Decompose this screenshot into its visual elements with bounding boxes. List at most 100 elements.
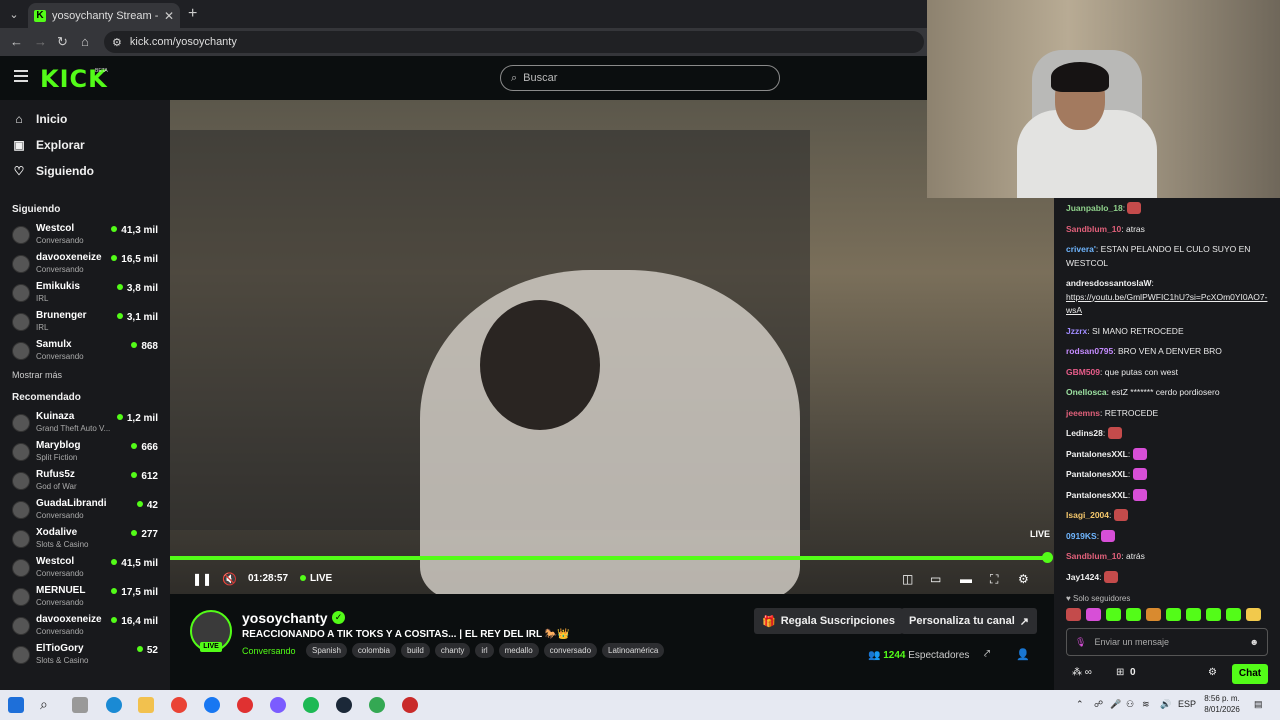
app-red-icon[interactable]: [237, 697, 253, 713]
sidebar-channel-samulx[interactable]: Samulx Conversando 868: [0, 337, 170, 366]
live-indicator[interactable]: LIVE: [300, 573, 332, 584]
stream-tag[interactable]: irl: [475, 643, 494, 658]
stream-tag[interactable]: build: [400, 643, 430, 658]
pip-icon[interactable]: ◫: [902, 572, 913, 586]
sidebar-channel-brunenger[interactable]: Brunenger IRL 3,1 mil: [0, 308, 170, 337]
chat-username[interactable]: rodsan0795: [1066, 346, 1113, 356]
nav-inicio[interactable]: ⌂ Inicio: [0, 106, 170, 132]
chat-username[interactable]: Jay1424: [1066, 572, 1099, 582]
sidebar-channel-westcol[interactable]: Westcol Conversando 41,3 mil: [0, 221, 170, 250]
emote-icon[interactable]: [1246, 608, 1261, 621]
chat-text[interactable]: https://youtu.be/GmlPWFIC1hU?si=PcXOm0YI…: [1066, 292, 1267, 316]
tray-arrow-icon[interactable]: ⌃: [1076, 699, 1084, 710]
search-taskbar-icon[interactable]: ⌕: [40, 696, 56, 712]
url-field[interactable]: ⚙ kick.com/yosoychanty: [104, 31, 924, 53]
clip-icon[interactable]: ▭: [930, 572, 941, 586]
emote-icon[interactable]: [1086, 608, 1101, 621]
chrome-icon[interactable]: [171, 697, 187, 713]
settings-icon[interactable]: ⚙: [1018, 572, 1029, 586]
chat-settings-icon[interactable]: ⚙: [1208, 667, 1217, 678]
sidebar-channel-eltiogory[interactable]: ElTioGory Slots & Casino 52: [0, 641, 170, 670]
reload-icon[interactable]: ↻: [57, 34, 68, 50]
sidebar-channel-rufus5z[interactable]: Rufus5z God of War 612: [0, 467, 170, 496]
emote-icon[interactable]: [1186, 608, 1201, 621]
spotify-icon[interactable]: [303, 697, 319, 713]
infinity-icon[interactable]: ⁂ ∞: [1072, 667, 1092, 678]
chat-send-button[interactable]: Chat: [1232, 664, 1268, 684]
emote-icon[interactable]: [1106, 608, 1121, 621]
emote-icon[interactable]: [1166, 608, 1181, 621]
stream-tag[interactable]: Latinoamérica: [602, 643, 665, 658]
facebook-icon[interactable]: [204, 697, 220, 713]
back-icon[interactable]: ←: [10, 34, 23, 49]
stream-tag[interactable]: conversado: [543, 643, 598, 658]
gift-subs-button[interactable]: 🎁 Regala Suscripciones: [754, 608, 904, 634]
chat-username[interactable]: Sandblum_10: [1066, 551, 1121, 561]
follow-icon[interactable]: 👤: [1016, 648, 1030, 661]
chat-username[interactable]: Ledins28: [1066, 428, 1103, 438]
stream-category[interactable]: Conversando: [242, 646, 296, 656]
site-info-icon[interactable]: ⚙: [112, 36, 122, 49]
gift-box-icon[interactable]: ⊞: [1116, 667, 1124, 678]
chat-username[interactable]: Onellosca: [1066, 387, 1107, 397]
sidebar-channel-kuinaza[interactable]: Kuinaza Grand Theft Auto V... 1,2 mil: [0, 409, 170, 438]
nav-siguiendo[interactable]: ♡ Siguiendo: [0, 158, 170, 184]
volume-icon[interactable]: 🔊: [1160, 699, 1171, 710]
forward-icon[interactable]: →: [34, 34, 47, 49]
chat-username[interactable]: andresdossantoslaW: [1066, 278, 1152, 288]
chat-username[interactable]: Juanpablo_18: [1066, 203, 1123, 213]
task-view-icon[interactable]: [72, 697, 88, 713]
sidebar-channel-guadalibrandi[interactable]: GuadaLibrandi Conversando 42: [0, 496, 170, 525]
chat-username[interactable]: PantalonesXXL: [1066, 469, 1128, 479]
stream-tag[interactable]: chanty: [434, 643, 471, 658]
windows-start-icon[interactable]: [8, 697, 24, 713]
sidebar-channel-mernuel[interactable]: MERNUEL Conversando 17,5 mil: [0, 583, 170, 612]
notification-icon[interactable]: ▤: [1254, 699, 1263, 710]
customize-channel-button[interactable]: Personaliza tu canal ↗: [901, 608, 1037, 634]
chrome-active-icon[interactable]: [369, 697, 385, 713]
browser-tab[interactable]: K yosoychanty Stream - Watch Live on Kic…: [28, 3, 180, 28]
pause-icon[interactable]: ❚❚: [192, 572, 212, 586]
sidebar-channel-davooxeneize[interactable]: davooxeneize Conversando 16,4 mil: [0, 612, 170, 641]
stream-tag[interactable]: Spanish: [306, 643, 347, 658]
tab-search-icon[interactable]: ⌄: [4, 4, 24, 24]
show-more-link[interactable]: Mostrar más: [0, 366, 170, 386]
emoji-icon[interactable]: ☻: [1250, 637, 1259, 647]
chat-username[interactable]: jeeemns: [1066, 408, 1100, 418]
chat-username[interactable]: Sandblum_10: [1066, 224, 1121, 234]
chat-username[interactable]: Isagi_2004: [1066, 510, 1109, 520]
home-browser-icon[interactable]: ⌂: [81, 34, 89, 49]
menu-icon[interactable]: [14, 70, 28, 82]
channel-name[interactable]: yosoychanty: [242, 610, 328, 626]
chat-username[interactable]: Jzzrx: [1066, 326, 1087, 336]
share-icon[interactable]: ⤤: [984, 648, 990, 661]
progress-bar[interactable]: [170, 556, 1044, 560]
network-icon[interactable]: ☍: [1094, 699, 1103, 710]
video-player[interactable]: LIVE ❚❚ 🔇 01:28:57 LIVE ◫ ▭ ▬ ⛶ ⚙: [170, 100, 1054, 594]
stream-tag[interactable]: medallo: [498, 643, 539, 658]
theater-icon[interactable]: ▬: [960, 572, 972, 586]
sidebar-channel-emikukis[interactable]: Emikukis IRL 3,8 mil: [0, 279, 170, 308]
chat-username[interactable]: 0919KS: [1066, 531, 1097, 541]
app-dark-icon[interactable]: [402, 697, 418, 713]
chat-username[interactable]: PantalonesXXL: [1066, 449, 1128, 459]
headset-icon[interactable]: ⚇: [1126, 699, 1134, 710]
file-explorer-icon[interactable]: [138, 697, 154, 713]
language-indicator[interactable]: ESP: [1178, 699, 1196, 709]
tab-close-icon[interactable]: ✕: [164, 9, 174, 23]
wifi-icon[interactable]: ≋: [1142, 699, 1150, 710]
fullscreen-icon[interactable]: ⛶: [990, 572, 998, 587]
chat-username[interactable]: PantalonesXXL: [1066, 490, 1128, 500]
new-tab-icon[interactable]: +: [188, 5, 197, 23]
emote-icon[interactable]: [1066, 608, 1081, 621]
sidebar-channel-davooxeneize[interactable]: davooxeneize Conversando 16,5 mil: [0, 250, 170, 279]
steam-icon[interactable]: [336, 697, 352, 713]
emote-icon[interactable]: [1146, 608, 1161, 621]
sidebar-channel-westcol[interactable]: Westcol Conversando 41,5 mil: [0, 554, 170, 583]
mic-tray-icon[interactable]: 🎤: [1110, 699, 1121, 710]
mute-icon[interactable]: 🔇: [222, 572, 237, 586]
emote-icon[interactable]: [1206, 608, 1221, 621]
sidebar-channel-xodalive[interactable]: Xodalive Slots & Casino 277: [0, 525, 170, 554]
chat-input[interactable]: 🎙 Enviar un mensaje ☻: [1066, 628, 1268, 656]
chat-username[interactable]: crivera': [1066, 244, 1096, 254]
